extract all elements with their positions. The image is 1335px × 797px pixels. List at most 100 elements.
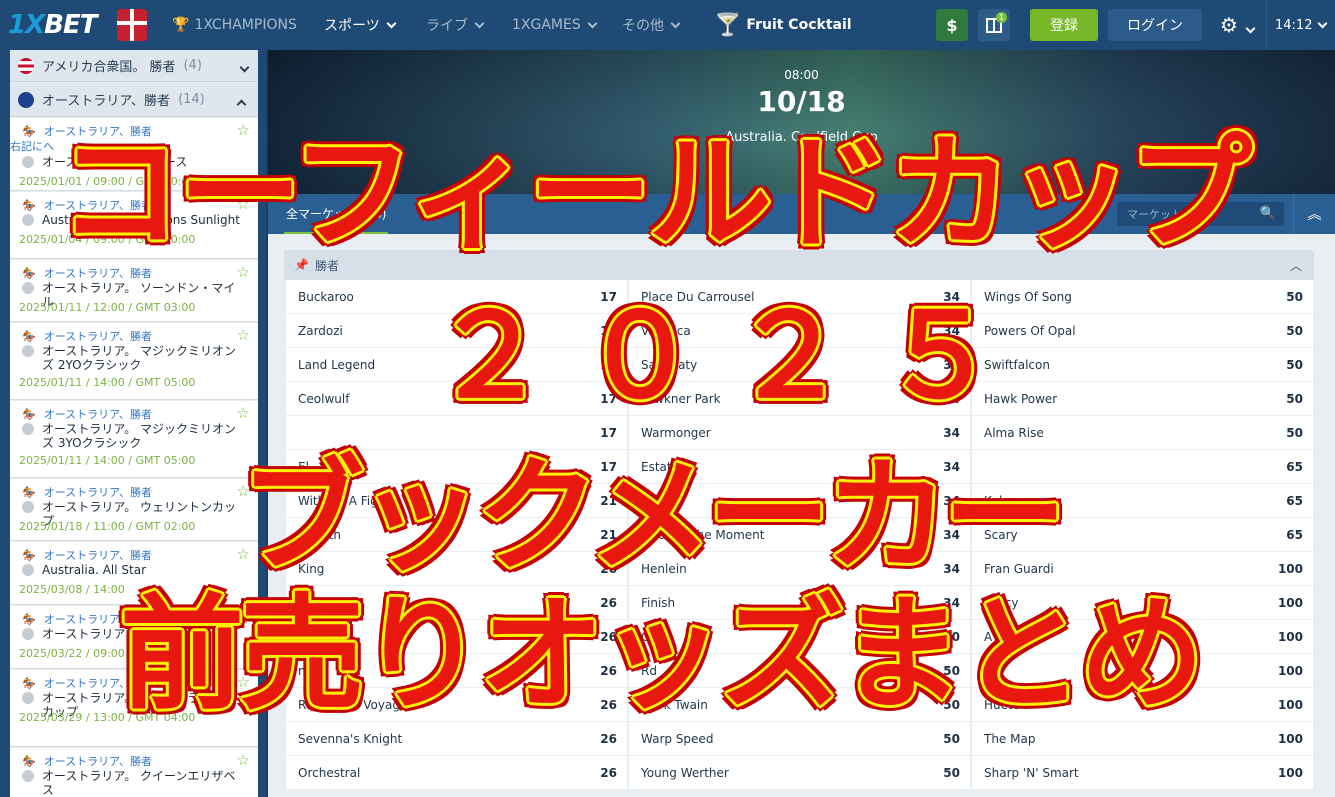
runner-odds: 100 [1277, 561, 1303, 576]
page-root: 1X BET 🏆 1XCHAMPIONS スポーツ ライブ 1XGAMES その他 … [0, 0, 1335, 797]
event-category-label: オーストラリア、勝者 [43, 408, 153, 421]
settings-chevron-icon[interactable] [1244, 17, 1256, 36]
odds-cell[interactable]: Young Werther 50 [629, 756, 970, 789]
runner-odds: 26 [600, 731, 617, 746]
runner-odds: 50 [1286, 289, 1303, 304]
sport-dot-icon [22, 156, 34, 168]
gift-promo-icon[interactable] [117, 9, 147, 41]
sport-dot-icon [22, 423, 34, 435]
runner-name: Land Legend [298, 357, 376, 372]
search-icon[interactable]: 🔍 [1260, 206, 1276, 221]
login-button[interactable]: ログイン [1108, 9, 1202, 41]
runner-name: Ceolwulf [298, 391, 350, 406]
runner-name: Sevenna's Knight [298, 731, 403, 746]
runner-name: Buckaroo [298, 289, 354, 304]
sport-dot-icon [22, 282, 34, 294]
horse-racing-icon: 🏇 [22, 548, 36, 562]
event-name-label: オーストラリア [42, 627, 126, 641]
runner-odds: 100 [1277, 595, 1303, 610]
clock-time: 14:12 [1275, 17, 1313, 33]
gift-count-badge: 1 [996, 12, 1007, 23]
login-label: ログイン [1127, 18, 1183, 34]
top-nav: 1X BET 🏆 1XCHAMPIONS スポーツ ライブ 1XGAMES その他 … [0, 0, 1335, 50]
clock-display[interactable]: 14:12 [1266, 0, 1328, 50]
nav-sports[interactable]: スポーツ [324, 0, 397, 50]
favorite-star-icon[interactable]: ☆ [237, 751, 250, 769]
nav-games-label: 1XGAMES [512, 17, 581, 33]
usa-flag-icon [18, 57, 34, 74]
sidebar-event-item[interactable]: 🏇 オーストラリア、勝者 ☆ オーストラリア。 マジックミリオンズ 3YOクラシック 2… [10, 401, 258, 478]
runner-name: Sharp 'N' Smart [984, 765, 1079, 780]
event-category-label: オーストラリア、勝者 [43, 486, 153, 499]
collapse-markets-button[interactable]: ︽ [1293, 194, 1335, 234]
event-category: 🏇 オーストラリア、勝者 [22, 753, 152, 769]
runner-odds: 50 [943, 765, 960, 780]
dollar-icon: $ [946, 15, 958, 35]
nav-champions-label: 1XCHAMPIONS [194, 17, 297, 33]
event-time: 08:00 [784, 68, 819, 82]
runner-odds: 100 [1277, 697, 1303, 712]
nav-other[interactable]: その他 [622, 0, 681, 50]
runner-odds: 100 [1277, 731, 1303, 746]
sport-dot-icon [22, 692, 34, 704]
register-button[interactable]: 登録 [1030, 9, 1098, 41]
favorite-star-icon[interactable]: ☆ [237, 326, 250, 344]
settings-gear-icon[interactable]: ⚙ [1220, 13, 1238, 37]
runner-name: Zardozi [298, 323, 343, 338]
bonus-gift-button[interactable]: 1 [978, 9, 1010, 41]
event-date: 2025/03/22 / 09:00 [19, 647, 125, 660]
chevron-up-icon: ︿ [1289, 259, 1302, 273]
event-name: オーストラリア。 クイーンエリザベス [22, 769, 242, 797]
runner-odds: 50 [943, 731, 960, 746]
event-date: 2025/03/08 / 14:00 [19, 583, 125, 596]
sidebar-rail-left [0, 50, 10, 797]
deposit-button[interactable]: $ [936, 9, 968, 41]
horse-racing-icon: 🏇 [22, 676, 36, 690]
horse-racing-icon: 🏇 [22, 612, 36, 626]
sidebar-group-usa[interactable]: アメリカ合衆国。 勝者 (4) [10, 50, 258, 82]
horse-racing-icon: 🏇 [22, 329, 36, 343]
event-name-label: オーストラリア。 マジックミリオンズ 2YOクラシック [42, 344, 237, 372]
horse-racing-icon: 🏇 [22, 407, 36, 421]
nav-1xgames[interactable]: 1XGAMES [512, 0, 598, 50]
logo-part-b: BET [44, 10, 97, 40]
event-category-label: オーストラリア、勝者 [43, 330, 153, 343]
event-date: 2025/01/11 / 14:00 / GMT 05:00 [19, 376, 196, 389]
event-date: 2025/01/18 / 11:00 / GMT 02:00 [19, 520, 196, 533]
event-category-label: オーストラリア、勝者 [43, 755, 153, 768]
runner-name: Young Werther [641, 765, 729, 780]
event-name: オーストラリア。 マジックミリオンズ 3YOクラシック [22, 422, 242, 450]
event-date: 2025/01/11 / 12:00 / GMT 03:00 [19, 301, 196, 314]
nav-featured-label: Fruit Cocktail [746, 17, 852, 33]
horse-racing-icon: 🏇 [22, 266, 36, 280]
site-logo[interactable]: 1X BET [8, 10, 97, 40]
sidebar-event-item[interactable]: 🏇 オーストラリア、勝者 ☆ オーストラリア。 クイーンエリザベス [10, 748, 258, 797]
sidebar-event-item[interactable]: 🏇 オーストラリア、勝者 ☆ オーストラリア。 マジックミリオンズ 2YOクラシック 2… [10, 323, 258, 400]
nav-sports-label: スポーツ [324, 18, 380, 34]
runner-name: Orchestral [298, 765, 361, 780]
odds-cell[interactable]: Orchestral 26 [286, 756, 627, 789]
australia-flag-icon [18, 91, 34, 108]
group-label: アメリカ合衆国。 勝者 [42, 60, 176, 75]
event-name: オーストラリア。 マジックミリオンズ 2YOクラシック [22, 344, 242, 372]
double-chevron-up-icon: ︽ [1307, 207, 1322, 223]
runner-name: Warp Speed [641, 731, 714, 746]
nav-fruit-cocktail[interactable]: 🍸 Fruit Cocktail [714, 0, 852, 50]
runner-odds: 26 [600, 765, 617, 780]
runner-odds: 50 [1286, 357, 1303, 372]
sidebar-event-item[interactable]: 🏇 オーストラリア、勝者 ☆ オーストラリア。 ウェリントンカップ 2025/01/18… [10, 479, 258, 541]
event-category: 🏇 オーストラリア、勝者 [22, 484, 152, 500]
runner-odds: 65 [1286, 527, 1303, 542]
nav-live[interactable]: ライブ [426, 0, 485, 50]
horse-racing-icon: 🏇 [22, 198, 36, 212]
sidebar-note: 右記にへ [10, 140, 54, 153]
odds-cell[interactable]: Sharp 'N' Smart 100 [972, 756, 1313, 789]
cocktail-icon: 🍸 [714, 12, 742, 38]
runner-odds: 50 [1286, 391, 1303, 406]
runner-odds: 50 [1286, 323, 1303, 338]
group-count: (4) [183, 58, 202, 73]
runner-odds: 100 [1277, 663, 1303, 678]
sport-dot-icon [22, 770, 34, 782]
chevron-down-icon [587, 18, 598, 28]
nav-champions[interactable]: 🏆 1XCHAMPIONS [172, 0, 297, 50]
